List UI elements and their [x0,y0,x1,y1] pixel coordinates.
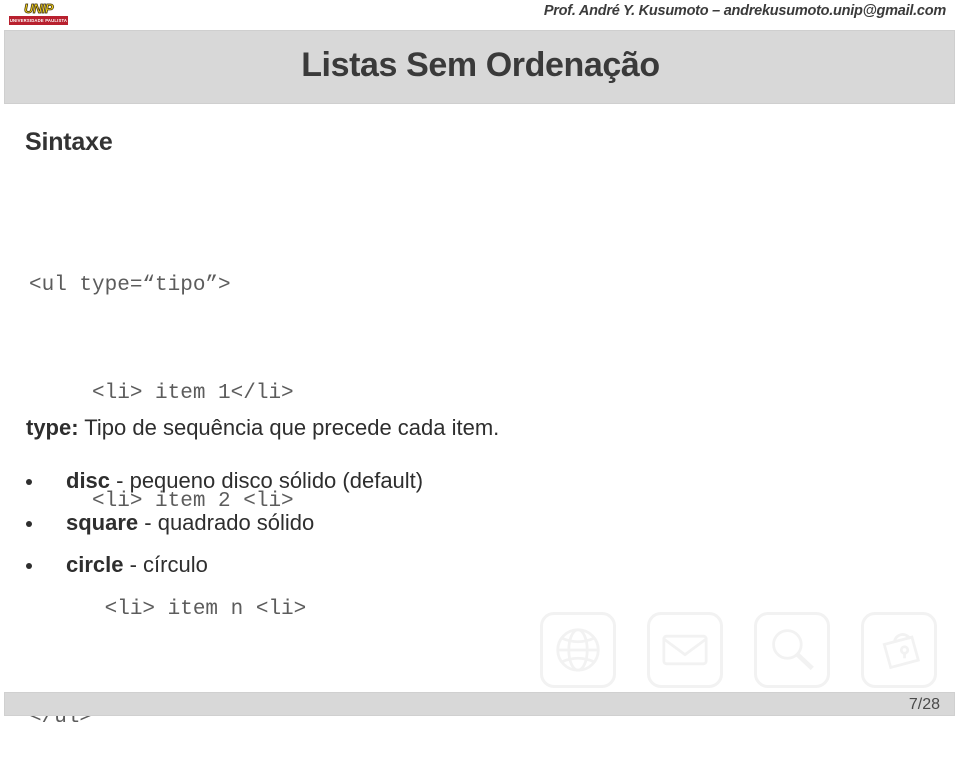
bullet-dot-icon [26,563,32,569]
list-item-keyword: circle [66,552,124,577]
list-item: square - quadrado sólido [0,506,700,548]
magnifier-icon [754,612,830,688]
top-bar: UNIP UNIVERSIDADE PAULISTA Prof. André Y… [0,0,960,29]
section-heading: Sintaxe [25,128,113,156]
type-attribute-description: type: Tipo de sequência que precede cada… [26,414,499,442]
lock-bag-icon [861,612,937,688]
bullet-dot-icon [26,521,32,527]
list-item-description: - pequeno disco sólido (default) [110,468,424,493]
list-item-keyword: square [66,510,139,535]
unip-logo: UNIP UNIVERSIDADE PAULISTA [9,1,68,27]
list-item-description: - quadrado sólido [138,510,315,535]
list-item-description: - círculo [123,552,208,577]
slide-title-band: Listas Sem Ordenação [4,30,955,104]
type-description-text: Tipo de sequência que precede cada item. [78,415,500,440]
list-item: disc - pequeno disco sólido (default) [0,464,700,506]
list-item-keyword: disc [66,468,111,493]
page-title: Listas Sem Ordenação [301,46,660,84]
code-line: <ul type=“tipo”> [29,274,231,297]
bullet-dot-icon [26,479,32,485]
footer-band: 7/28 [4,692,955,716]
type-keyword: type: [26,415,79,440]
list-item-text: disc - pequeno disco sólido (default) [66,464,423,498]
list-item: circle - círculo [0,548,700,590]
list-item-text: square - quadrado sólido [66,506,314,540]
page-number: 7/28 [908,696,940,713]
decorative-watermark-icons [540,612,960,688]
list-type-options: disc - pequeno disco sólido (default) sq… [0,464,700,590]
list-item-text: circle - círculo [66,548,208,582]
unip-logo-wordmark: UNIP [23,1,54,16]
globe-icon [540,612,616,688]
author-credit: Prof. André Y. Kusumoto – andrekusumoto.… [543,3,946,19]
envelope-icon [647,612,723,688]
code-line: <li> item n <li> [29,598,307,621]
code-line: <li> item 1</li> [29,382,294,405]
unip-logo-banner: UNIVERSIDADE PAULISTA [9,16,68,25]
